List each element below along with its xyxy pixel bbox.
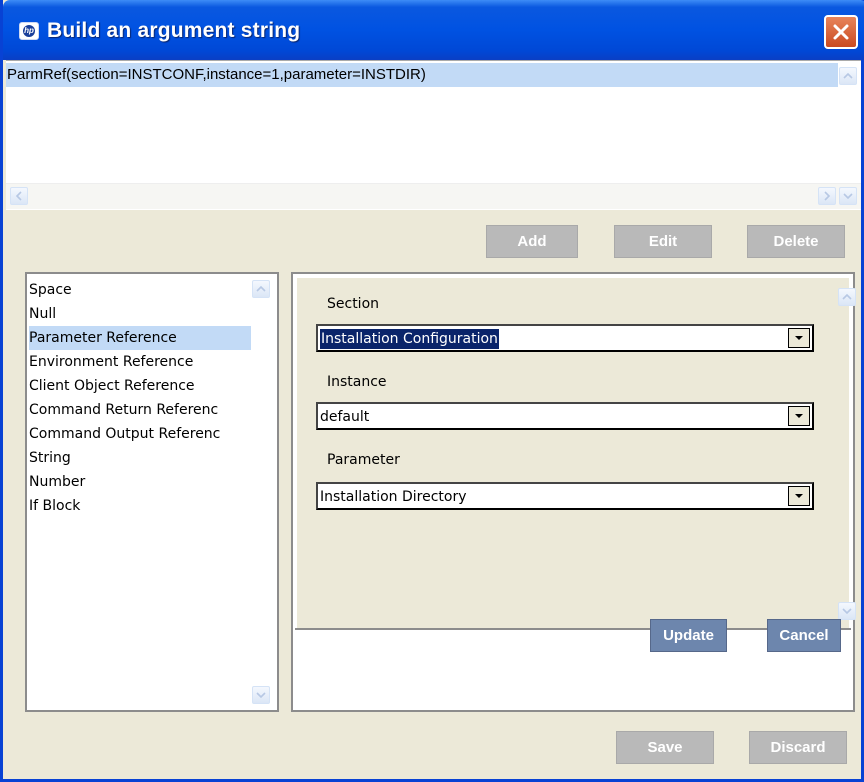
list-item-space[interactable]: Space — [29, 278, 251, 302]
list-item-null[interactable]: Null — [29, 302, 251, 326]
parameter-label: Parameter — [327, 452, 400, 468]
argument-type-list[interactable]: Space Null Parameter Reference Environme… — [25, 272, 279, 712]
close-button[interactable] — [824, 15, 858, 49]
chevron-down-icon — [256, 692, 266, 699]
chevron-down-icon — [795, 336, 803, 340]
argument-line[interactable]: ParmRef(section=INSTCONF,instance=1,para… — [6, 63, 838, 87]
add-button[interactable]: Add — [486, 225, 578, 258]
scroll-left-button[interactable] — [10, 187, 28, 205]
chevron-up-icon — [842, 293, 852, 300]
update-button[interactable]: Update — [650, 619, 727, 652]
window-title: Build an argument string — [47, 19, 301, 42]
instance-dropdown-button[interactable] — [788, 406, 810, 426]
edit-button[interactable]: Edit — [614, 225, 712, 258]
section-select[interactable]: Installation Configuration — [316, 324, 814, 352]
section-value: Installation Configuration — [320, 329, 499, 349]
list-item-environment-reference[interactable]: Environment Reference — [29, 350, 251, 374]
parameter-form: Section Installation Configuration Insta… — [297, 278, 856, 628]
parameter-value: Installation Directory — [320, 489, 467, 505]
cancel-button[interactable]: Cancel — [767, 619, 841, 652]
instance-value: default — [320, 409, 370, 425]
list-item-if-block[interactable]: If Block — [29, 494, 251, 518]
parameter-select[interactable]: Installation Directory — [316, 482, 814, 510]
list-item-command-return-reference[interactable]: Command Return Referenc — [29, 398, 251, 422]
chevron-down-icon — [795, 414, 803, 418]
scroll-down-button[interactable] — [839, 187, 857, 205]
chevron-left-icon — [15, 191, 22, 201]
list-item-number[interactable]: Number — [29, 470, 251, 494]
argument-text-area[interactable]: ParmRef(section=INSTCONF,instance=1,para… — [6, 60, 861, 210]
list-scroll-down-button[interactable] — [252, 686, 270, 704]
app-logo-icon: hp — [19, 22, 39, 40]
section-label: Section — [327, 296, 380, 312]
parameter-dropdown-button[interactable] — [788, 486, 810, 506]
list-item-string[interactable]: String — [29, 446, 251, 470]
chevron-down-icon — [842, 608, 852, 615]
instance-label: Instance — [327, 374, 387, 390]
list-item-command-output-reference[interactable]: Command Output Referenc — [29, 422, 251, 446]
title-bar[interactable]: hp Build an argument string — [3, 0, 864, 60]
chevron-down-icon — [795, 494, 803, 498]
chevron-up-icon — [256, 285, 266, 292]
dialog-window: hp Build an argument string ParmRef(sect… — [0, 0, 864, 782]
instance-select[interactable]: default — [316, 402, 814, 430]
section-dropdown-button[interactable] — [788, 328, 810, 348]
scroll-right-button[interactable] — [818, 187, 836, 205]
form-scroll-down-button[interactable] — [838, 602, 856, 620]
close-icon — [833, 24, 849, 40]
chevron-up-icon — [843, 72, 853, 79]
chevron-down-icon — [843, 193, 853, 200]
scroll-up-button[interactable] — [839, 67, 857, 85]
horizontal-scrollbar[interactable] — [6, 183, 861, 209]
delete-button[interactable]: Delete — [747, 225, 845, 258]
save-button[interactable]: Save — [616, 731, 714, 764]
chevron-right-icon — [824, 191, 831, 201]
list-scroll-up-button[interactable] — [252, 280, 270, 298]
list-item-parameter-reference[interactable]: Parameter Reference — [29, 326, 251, 350]
list-item-client-object-reference[interactable]: Client Object Reference — [29, 374, 251, 398]
form-scroll-up-button[interactable] — [838, 288, 856, 306]
discard-button[interactable]: Discard — [749, 731, 847, 764]
